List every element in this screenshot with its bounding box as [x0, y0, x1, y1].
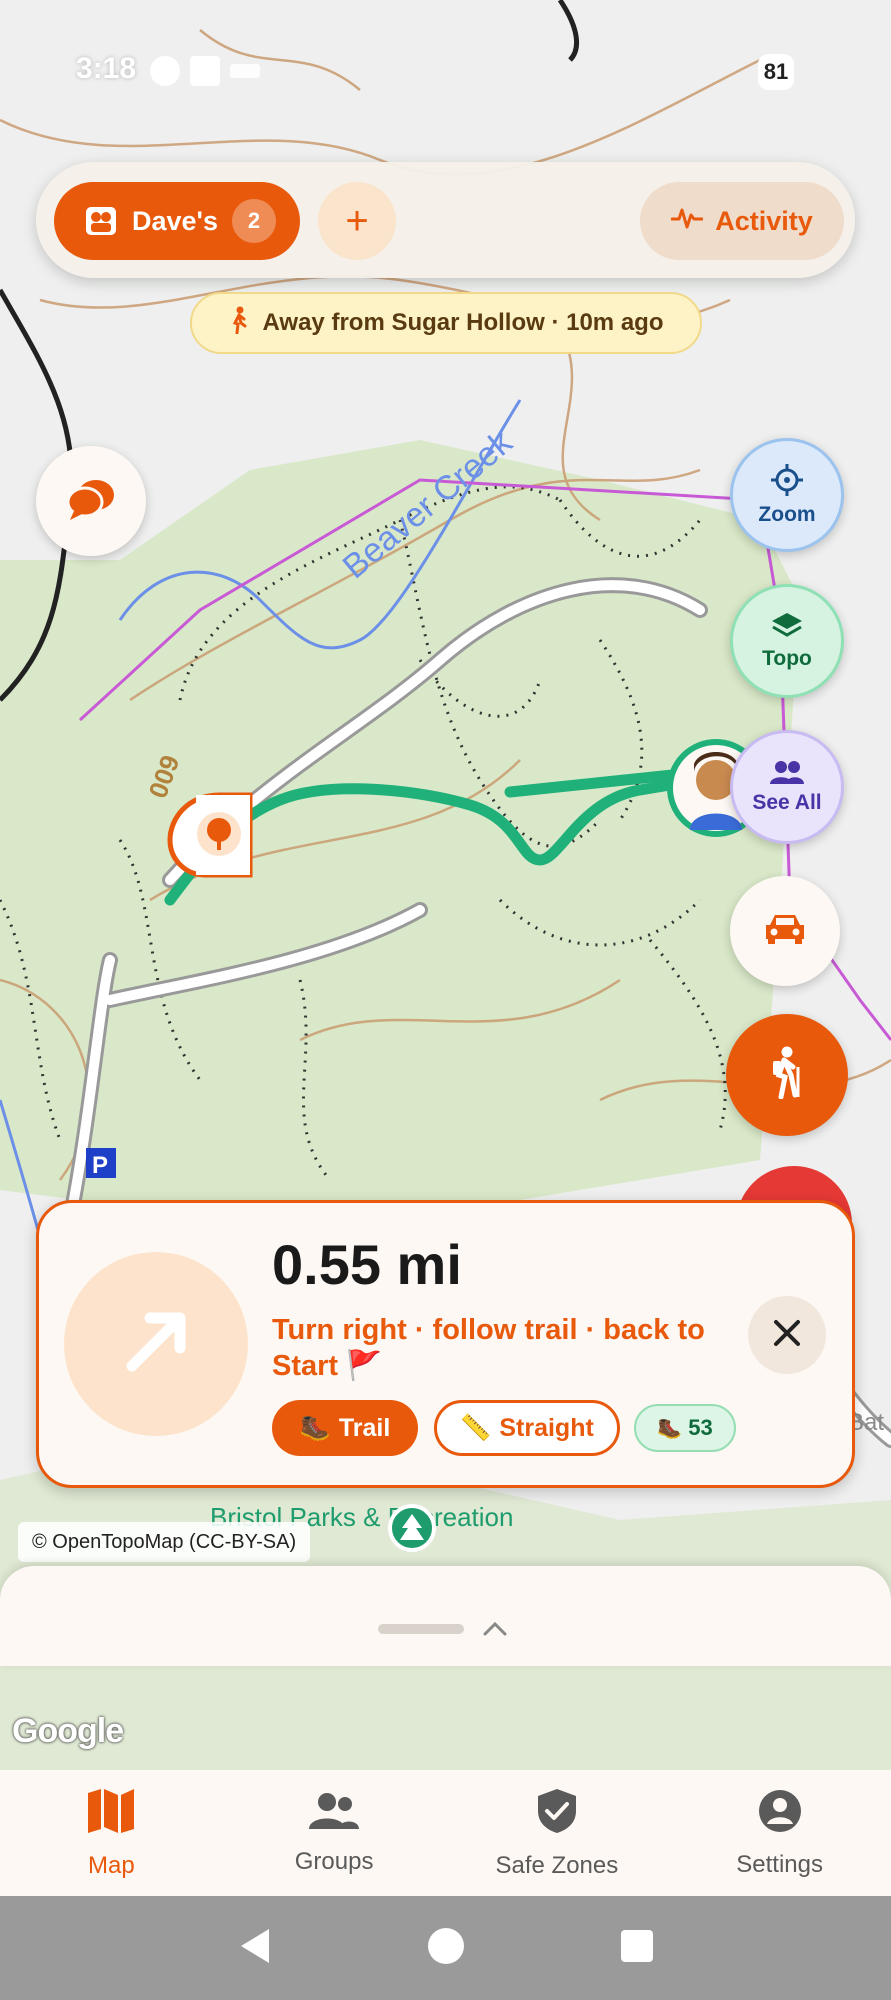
- boot-icon: 🥾: [299, 1413, 331, 1442]
- tab-settings-label: Settings: [736, 1850, 823, 1878]
- boot-icon: 🥾: [657, 1417, 683, 1440]
- chevron-up-icon[interactable]: [480, 1614, 510, 1644]
- start-marker[interactable]: [167, 792, 253, 878]
- ruler-icon: 📏: [460, 1413, 492, 1442]
- distance-readout: 0.55 mi: [272, 1233, 462, 1296]
- tab-map[interactable]: Map: [0, 1770, 223, 1896]
- hike-mode-button[interactable]: [726, 1014, 848, 1136]
- people-icon: [768, 759, 806, 791]
- chat-button[interactable]: [36, 446, 146, 556]
- drive-mode-button[interactable]: [730, 876, 840, 986]
- turn-direction: [64, 1252, 248, 1436]
- notification-square-icon: [190, 56, 220, 86]
- add-group-button[interactable]: +: [318, 182, 396, 260]
- tab-safe-zones-label: Safe Zones: [495, 1851, 619, 1879]
- back-icon[interactable]: [237, 1927, 273, 1970]
- turn-instruction: Turn right · follow trail · back to Star…: [272, 1314, 705, 1382]
- status-bar: 3:18 81: [0, 0, 891, 140]
- battery-indicator: 81: [758, 54, 794, 90]
- topo-layer-button[interactable]: Topo: [730, 584, 844, 698]
- notification-dot-icon: [150, 56, 180, 86]
- away-status-text: Away from Sugar Hollow · 10m ago: [262, 309, 664, 336]
- hiker-icon: [765, 1045, 809, 1105]
- see-all-label: See All: [752, 791, 822, 814]
- straight-mode-button[interactable]: 📏 Straight: [434, 1400, 620, 1456]
- close-icon: [772, 1318, 802, 1353]
- car-icon: [764, 911, 806, 951]
- bottom-sheet[interactable]: [0, 1566, 891, 1666]
- activity-button[interactable]: Activity: [640, 182, 844, 260]
- recents-icon[interactable]: [620, 1929, 654, 1968]
- group-count-badge: 2: [231, 199, 276, 243]
- arrow-up-right-icon: [116, 1302, 196, 1387]
- bottom-tab-bar: Map Groups Safe Zones Settings: [0, 1770, 891, 1896]
- activity-label: Activity: [715, 205, 813, 236]
- map-attribution[interactable]: © OpenTopoMap (CC-BY-SA): [18, 1522, 311, 1562]
- close-navigation-button[interactable]: [748, 1296, 826, 1374]
- chat-bubbles-icon: [66, 477, 116, 526]
- walking-icon: [229, 306, 249, 341]
- system-navigation-bar: [0, 1896, 891, 2000]
- zoom-label: Zoom: [758, 503, 816, 526]
- steps-count: 🥾 53: [634, 1404, 736, 1452]
- topo-label: Topo: [762, 647, 812, 670]
- group-selector-button[interactable]: Dave's 2: [54, 182, 300, 260]
- tab-groups[interactable]: Groups: [223, 1770, 446, 1896]
- family-icon: [84, 206, 118, 236]
- crosshair-icon: [770, 463, 804, 503]
- activity-pulse-icon: [670, 205, 704, 238]
- shield-check-icon: [535, 1787, 579, 1842]
- straight-mode-label: Straight: [499, 1413, 594, 1442]
- parking-label: P: [92, 1152, 108, 1179]
- tab-settings[interactable]: Settings: [668, 1770, 891, 1896]
- tab-map-label: Map: [88, 1851, 135, 1879]
- map-icon: [86, 1787, 136, 1842]
- home-icon[interactable]: [427, 1927, 465, 1970]
- sheet-drag-handle[interactable]: [378, 1624, 464, 1634]
- account-circle-icon: [757, 1788, 803, 1841]
- zoom-button[interactable]: Zoom: [730, 438, 844, 552]
- park-marker-icon[interactable]: [388, 1504, 436, 1552]
- see-all-button[interactable]: See All: [730, 730, 844, 844]
- steps-value: 53: [688, 1415, 713, 1440]
- layers-icon: [770, 611, 804, 647]
- tab-groups-label: Groups: [294, 1847, 374, 1875]
- trail-mode-button[interactable]: 🥾 Trail: [272, 1400, 418, 1456]
- groups-icon: [307, 1791, 361, 1838]
- notification-icons: [150, 56, 260, 86]
- away-status-banner[interactable]: Away from Sugar Hollow · 10m ago: [190, 292, 702, 354]
- google-logo: Google: [12, 1712, 124, 1750]
- tab-safe-zones[interactable]: Safe Zones: [446, 1770, 669, 1896]
- trail-mode-label: Trail: [338, 1413, 391, 1442]
- notification-bar-icon: [230, 64, 260, 78]
- group-name: Dave's: [132, 205, 218, 236]
- status-time: 3:18: [76, 52, 137, 85]
